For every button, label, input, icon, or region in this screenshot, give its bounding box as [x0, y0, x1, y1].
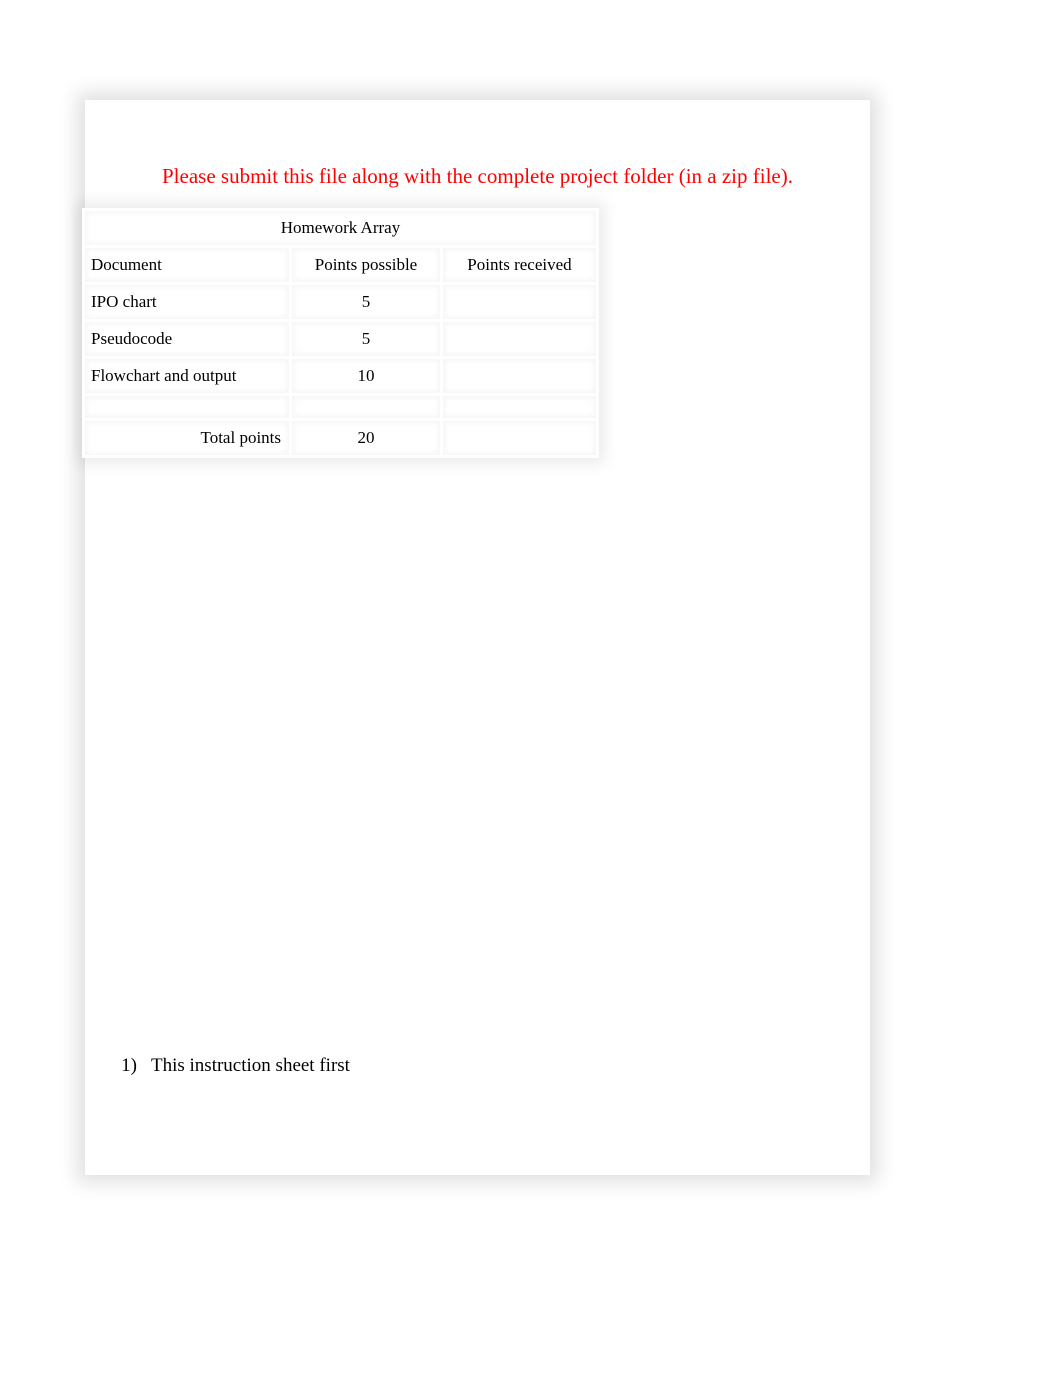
cell-received [443, 359, 596, 393]
cell-empty [443, 396, 596, 418]
cell-empty [85, 396, 289, 418]
cell-doc: IPO chart [85, 285, 289, 319]
cell-received [443, 285, 596, 319]
cell-possible: 5 [292, 285, 440, 319]
grading-table-wrap: Homework Array Document Points possible … [82, 208, 599, 458]
cell-possible: 10 [292, 359, 440, 393]
cell-doc: Pseudocode [85, 322, 289, 356]
table-row: IPO chart 5 [85, 285, 596, 319]
table-title: Homework Array [85, 211, 596, 245]
list-item: 1) This instruction sheet first [117, 1055, 350, 1077]
header-document: Document [85, 248, 289, 282]
cell-doc: Flowchart and output [85, 359, 289, 393]
table-row: Flowchart and output 10 [85, 359, 596, 393]
cell-total-received [443, 421, 596, 455]
list-item-number: 1) [117, 1055, 151, 1077]
cell-received [443, 322, 596, 356]
notice-text: Please submit this file along with the c… [85, 164, 870, 189]
table-title-row: Homework Array [85, 211, 596, 245]
list-item-text: This instruction sheet first [151, 1055, 350, 1077]
table-empty-row [85, 396, 596, 418]
cell-total-possible: 20 [292, 421, 440, 455]
instruction-list: 1) This instruction sheet first [117, 1055, 350, 1077]
table-row: Pseudocode 5 [85, 322, 596, 356]
cell-total-label: Total points [85, 421, 289, 455]
table-header-row: Document Points possible Points received [85, 248, 596, 282]
header-points-possible: Points possible [292, 248, 440, 282]
grading-table: Homework Array Document Points possible … [82, 208, 599, 458]
document-page: Please submit this file along with the c… [85, 100, 870, 1175]
cell-empty [292, 396, 440, 418]
cell-possible: 5 [292, 322, 440, 356]
header-points-received: Points received [443, 248, 596, 282]
table-total-row: Total points 20 [85, 421, 596, 455]
